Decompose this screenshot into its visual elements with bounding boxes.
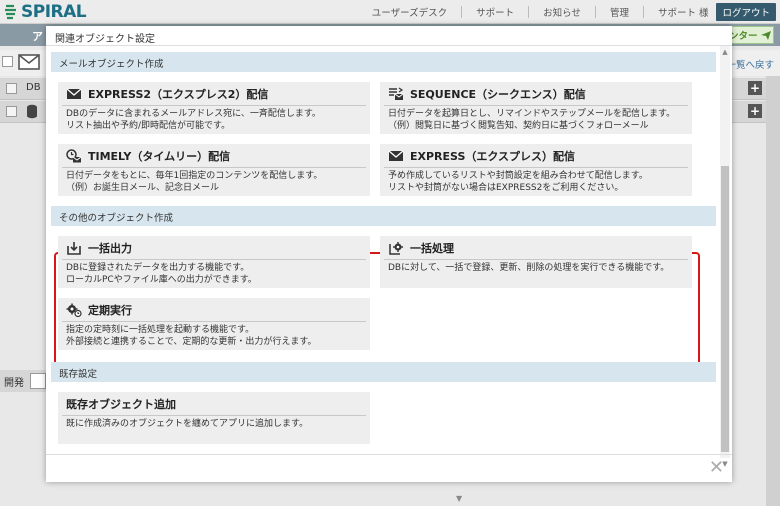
card-header: 一括処理 [384, 236, 688, 260]
modal-title: 関連オブジェクト設定 [55, 34, 155, 45]
add-icon[interactable]: + [748, 104, 762, 118]
modal-footer-divider [46, 454, 732, 455]
modal-header: 関連オブジェクト設定 [46, 26, 732, 46]
card-title: EXPRESS2（エクスプレス2）配信 [88, 87, 269, 101]
card-title: 一括出力 [88, 241, 132, 255]
section-existing-settings: 既存設定 [51, 362, 716, 382]
card-title: 既存オブジェクト追加 [66, 397, 176, 411]
card-express[interactable]: EXPRESS（エクスプレス）配信 予め作成しているリストや封筒設定を組み合わせ… [380, 144, 692, 196]
card-title: EXPRESS（エクスプレス）配信 [410, 149, 576, 163]
nav-support[interactable]: サポート [476, 5, 514, 19]
card-sequence[interactable]: SEQUENCE（シークエンス）配信 日付データを起算日とし、リマインドやステッ… [380, 82, 692, 134]
scroll-down-icon[interactable]: ▼ [456, 494, 462, 503]
card-title: TIMELY（タイムリー）配信 [88, 149, 231, 163]
card-description: 指定の定時刻に一括処理を起動する機能です。 外部接続と連携することで、定期的な更… [66, 325, 317, 347]
close-icon[interactable]: ✕ [709, 458, 724, 478]
envelope-icon [66, 88, 82, 99]
spiral-logo[interactable]: SPIRAL [4, 2, 87, 22]
card-bulk-process[interactable]: 一括処理 DBに対して、一括で登録、更新、削除の処理を実行できる機能です。 [380, 236, 692, 288]
card-title: SEQUENCE（シークエンス）配信 [410, 87, 586, 101]
sub-header-title: ア [32, 30, 43, 43]
card-header: SEQUENCE（シークエンス）配信 [384, 82, 688, 106]
modal-scroll-thumb[interactable] [721, 166, 729, 452]
card-title: 一括処理 [410, 241, 454, 255]
dev-search: 開発 [0, 370, 46, 392]
page-scrollbar[interactable] [766, 76, 780, 506]
modal-body: メールオブジェクト作成 EXPRESS2（エクスプレス2）配信 DBのデータに含… [46, 46, 718, 454]
card-description: DBのデータに含まれるメールアドレス宛に、一斉配信します。 リスト抽出や予約/即… [66, 109, 321, 131]
card-description: 日付データをもとに、毎年1回指定のコンテンツを配信します。 （例）お誕生日メール… [66, 171, 323, 193]
scheduled-run-icon [66, 303, 82, 317]
nav-users-desk[interactable]: ユーザーズデスク [372, 5, 447, 19]
top-bar: SPIRAL ユーザーズデスク サポート お知らせ 管理 サポート 様 ログアウ… [0, 0, 780, 24]
card-header: EXPRESS（エクスプレス）配信 [384, 144, 688, 168]
center-button[interactable]: ンター [726, 26, 774, 44]
back-to-list-link[interactable]: 一覧へ戻す [726, 57, 774, 71]
section-other-objects: その他のオブジェクト作成 [51, 206, 716, 226]
card-scheduled-run[interactable]: 定期実行 指定の定時刻に一括処理を起動する機能です。 外部接続と連携することで、… [58, 298, 370, 350]
card-description: DBに登録されたデータを出力する機能です。 ローカルPCやファイル庫への出力がで… [66, 263, 257, 285]
scroll-up-icon[interactable]: ▲ [720, 48, 730, 58]
database-icon [27, 104, 37, 119]
nav-divider [642, 6, 644, 18]
search-icon[interactable] [30, 373, 46, 389]
row-checkbox[interactable] [6, 106, 17, 117]
dev-label: 開発 [4, 378, 24, 389]
nav-divider [528, 6, 530, 18]
nav-divider [461, 6, 463, 18]
row-label: DB [26, 82, 41, 93]
nav-admin[interactable]: 管理 [610, 5, 629, 19]
row-checkbox[interactable] [6, 83, 17, 94]
card-header: TIMELY（タイムリー）配信 [62, 144, 366, 168]
section-mail-objects: メールオブジェクト作成 [51, 52, 716, 72]
export-icon [67, 241, 81, 255]
nav-news[interactable]: お知らせ [543, 5, 581, 19]
card-timely[interactable]: TIMELY（タイムリー）配信 日付データをもとに、毎年1回指定のコンテンツを配… [58, 144, 370, 196]
card-description: 予め作成しているリストや封筒設定を組み合わせて配信します。 リストや封筒がない場… [388, 171, 648, 193]
center-button-label: ンター [729, 31, 758, 42]
logout-button[interactable]: ログアウト [716, 3, 776, 21]
card-add-existing-object[interactable]: 既存オブジェクト追加 既に作成済みのオブジェクトを纏めてアプリに追加します。 [58, 392, 370, 444]
card-title: 定期実行 [88, 303, 132, 317]
card-description: 既に作成済みのオブジェクトを纏めてアプリに追加します。 [66, 419, 309, 429]
add-icon[interactable]: + [748, 81, 762, 95]
card-header: 一括出力 [62, 236, 366, 260]
timely-icon [66, 148, 82, 162]
card-header: 既存オブジェクト追加 [62, 392, 366, 416]
logo-text: SPIRAL [21, 2, 87, 22]
spiral-logo-icon [5, 4, 16, 20]
batch-process-icon [389, 241, 403, 255]
card-description: DBに対して、一括で登録、更新、削除の処理を実行できる機能です。 [388, 263, 670, 273]
nav-divider [594, 6, 596, 18]
envelope-icon [388, 150, 404, 161]
related-object-modal: 関連オブジェクト設定 メールオブジェクト作成 EXPRESS2（エクスプレス2）… [46, 26, 732, 482]
card-description: 日付データを起算日とし、リマインドやステップメールを配信します。 （例）閲覧日に… [388, 109, 676, 131]
nav-user-name: サポート 様 [657, 8, 709, 19]
header-nav: ユーザーズデスク サポート お知らせ 管理 サポート 様 ログアウト [372, 3, 776, 21]
card-header: 定期実行 [62, 298, 366, 322]
select-all-checkbox[interactable] [2, 56, 13, 67]
plane-icon [760, 31, 771, 40]
card-express2[interactable]: EXPRESS2（エクスプレス2）配信 DBのデータに含まれるメールアドレス宛に… [58, 82, 370, 134]
mail-icon[interactable] [18, 54, 40, 70]
card-bulk-export[interactable]: 一括出力 DBに登録されたデータを出力する機能です。 ローカルPCやファイル庫へ… [58, 236, 370, 288]
sequence-icon [389, 87, 404, 100]
card-header: EXPRESS2（エクスプレス2）配信 [62, 82, 366, 106]
